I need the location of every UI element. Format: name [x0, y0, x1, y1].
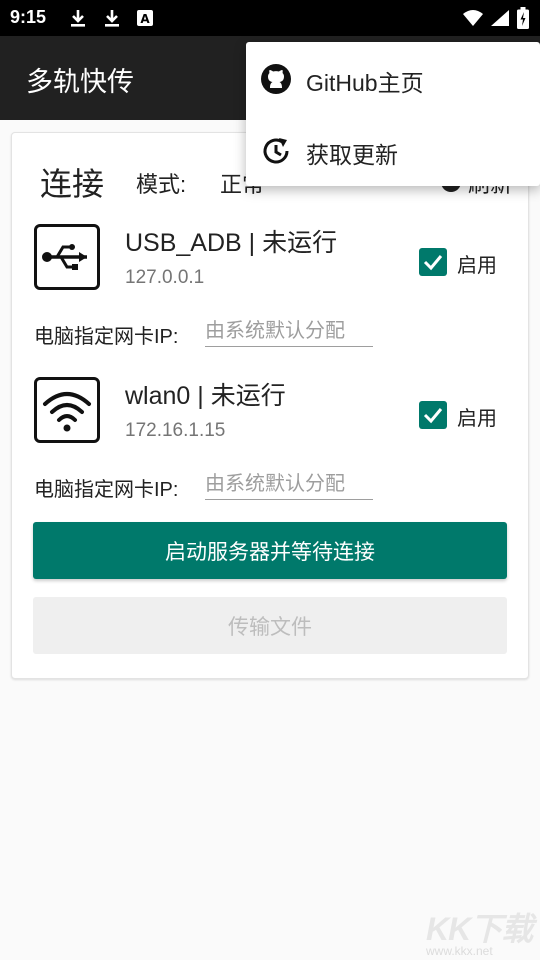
download-icon [68, 8, 88, 32]
menu-item-label: 获取更新 [306, 142, 398, 168]
svg-text:A: A [140, 12, 150, 26]
nic-ip-label: 电脑指定网卡IP: [34, 479, 179, 501]
battery-icon [517, 7, 529, 33]
font-icon: A [136, 8, 154, 32]
overflow-menu: GitHub主页 获取更新 [246, 42, 540, 186]
connection-title: 连接 [40, 166, 105, 202]
enable-checkbox[interactable] [419, 248, 447, 276]
nic-ip-input[interactable] [205, 469, 373, 500]
start-server-button[interactable]: 启动服务器并等待连接 [33, 522, 507, 579]
nic-ip-label: 电脑指定网卡IP: [34, 326, 179, 348]
menu-item-update[interactable]: 获取更新 [246, 114, 540, 186]
menu-item-github[interactable]: GitHub主页 [246, 42, 540, 114]
interface-name: USB_ADB | 未运行 [125, 229, 338, 257]
interface-ip: 172.16.1.15 [125, 420, 226, 441]
signal-icon [490, 9, 510, 31]
enable-label[interactable]: 启用 [457, 249, 497, 278]
nic-ip-input[interactable] [205, 316, 373, 347]
check-icon [423, 408, 443, 424]
wifi-icon [462, 9, 484, 31]
app-title: 多轨快传 [26, 67, 134, 97]
status-bar: 9:15 A [0, 0, 540, 36]
interface-name: wlan0 | 未运行 [125, 382, 286, 410]
watermark-url: www.kkx.net [426, 944, 493, 958]
download-icon [102, 8, 122, 32]
watermark-logo: KK下载 www.kkx.net [420, 900, 538, 960]
enable-checkbox[interactable] [419, 401, 447, 429]
connection-card: 连接 模式: 正常 刷新 USB_ADB | 未运行 127.0.0.1 启用 … [11, 132, 529, 679]
update-icon [260, 135, 292, 171]
status-time: 9:15 [10, 7, 47, 27]
transfer-files-button[interactable]: 传输文件 [33, 597, 507, 654]
usb-icon [34, 224, 100, 290]
interface-ip: 127.0.0.1 [125, 267, 205, 288]
menu-item-label: GitHub主页 [306, 70, 424, 96]
wifi-icon [34, 377, 100, 443]
enable-label[interactable]: 启用 [457, 402, 497, 431]
mode-label: 模式: [136, 172, 187, 197]
check-icon [423, 255, 443, 271]
github-icon [260, 63, 292, 99]
